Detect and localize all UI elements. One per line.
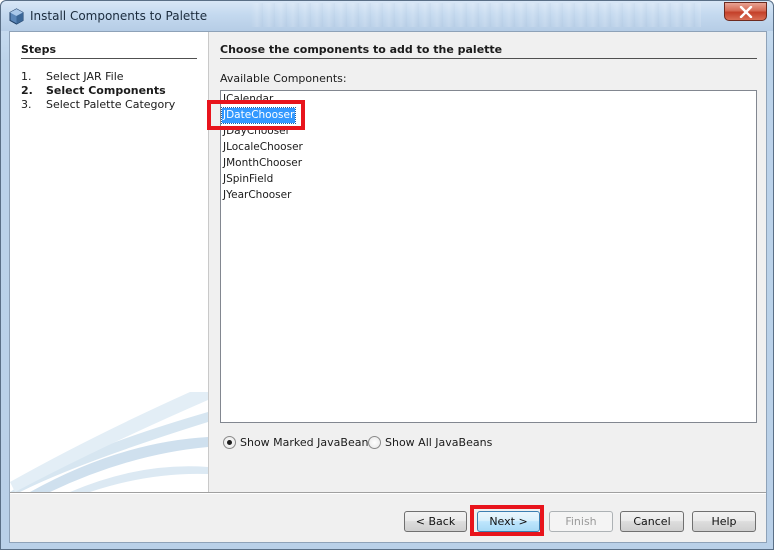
list-item[interactable]: JYearChooser bbox=[222, 188, 292, 203]
netbeans-cube-icon bbox=[9, 8, 24, 25]
available-components-label: Available Components: bbox=[220, 72, 347, 85]
cancel-button[interactable]: Cancel bbox=[620, 511, 684, 532]
radio-button-checked[interactable] bbox=[223, 436, 236, 449]
step-label: Select JAR File bbox=[46, 70, 124, 83]
list-item[interactable]: JLocaleChooser bbox=[222, 140, 304, 155]
show-all-radio[interactable]: Show All JavaBeans bbox=[368, 435, 492, 450]
step-number: 1. bbox=[21, 70, 32, 83]
radio-label: Show All JavaBeans bbox=[385, 436, 493, 449]
components-listbox[interactable]: JCalendar JDateChooser JDayChooser JLoca… bbox=[220, 90, 757, 423]
dialog-content: Steps 1. Select JAR File 2. Select Compo… bbox=[9, 31, 767, 543]
steps-panel: Steps 1. Select JAR File 2. Select Compo… bbox=[10, 32, 208, 492]
back-button[interactable]: < Back bbox=[404, 511, 467, 532]
annotation-highlight-next bbox=[470, 505, 544, 536]
radio-label: Show Marked JavaBeans bbox=[240, 436, 375, 449]
help-button[interactable]: Help bbox=[692, 511, 756, 532]
list-item[interactable]: JMonthChooser bbox=[222, 156, 303, 171]
annotation-highlight-jdatechooser bbox=[207, 100, 305, 130]
dialog-window: Install Components to Palette Steps 1. S… bbox=[0, 0, 774, 550]
radio-button[interactable] bbox=[368, 436, 381, 449]
button-bar-divider-highlight bbox=[10, 493, 766, 494]
show-marked-radio[interactable]: Show Marked JavaBeans bbox=[223, 435, 374, 450]
list-item[interactable]: JSpinField bbox=[222, 172, 274, 187]
panel-divider bbox=[220, 58, 757, 59]
steps-heading: Steps bbox=[21, 43, 57, 56]
window-title: Install Components to Palette bbox=[30, 9, 208, 23]
finish-button[interactable]: Finish bbox=[549, 511, 613, 532]
step-label: Select Palette Category bbox=[46, 98, 176, 111]
step-number: 2. bbox=[21, 84, 33, 97]
title-bar[interactable]: Install Components to Palette bbox=[1, 1, 773, 31]
close-button[interactable] bbox=[724, 2, 767, 21]
step-number: 3. bbox=[21, 98, 32, 111]
steps-divider bbox=[21, 58, 197, 59]
panel-heading: Choose the components to add to the pale… bbox=[220, 43, 503, 56]
decorative-swoosh bbox=[10, 392, 208, 492]
close-icon bbox=[739, 6, 753, 18]
step-label: Select Components bbox=[46, 84, 166, 97]
title-bar-texture bbox=[251, 3, 701, 27]
